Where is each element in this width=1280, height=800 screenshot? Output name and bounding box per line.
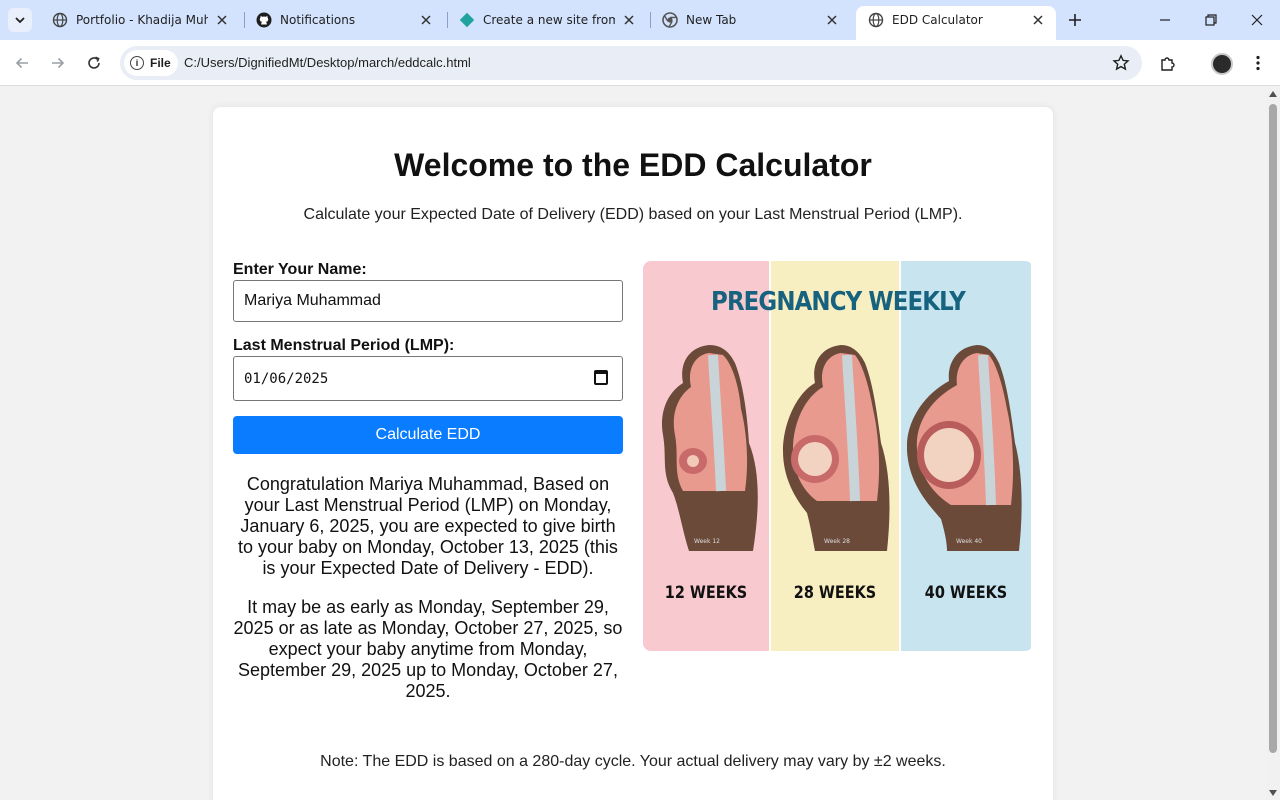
tab-title: Portfolio - Khadija Muhammad [76, 13, 208, 27]
restore-button[interactable] [1188, 0, 1234, 40]
panel-12-weeks: Week 12 12 WEEKS [643, 261, 771, 651]
chevron-down-icon [15, 17, 25, 24]
tab-netlify[interactable]: Create a new site from git [447, 6, 647, 34]
restore-icon [1205, 14, 1217, 26]
lmp-date-value: 01/06/2025 [244, 370, 329, 387]
calculate-edd-button[interactable]: Calculate EDD [233, 416, 623, 454]
minimize-icon [1160, 19, 1170, 21]
week-caption: Week 40 [956, 538, 982, 545]
tab-strip: Portfolio - Khadija Muhammad Notificatio… [0, 0, 1280, 40]
minimize-button[interactable] [1142, 0, 1188, 40]
close-icon[interactable] [824, 12, 840, 28]
tab-title: EDD Calculator [892, 13, 983, 27]
profile-avatar[interactable] [1211, 53, 1233, 75]
week-caption: Week 12 [694, 538, 720, 545]
close-icon[interactable] [418, 12, 434, 28]
scheme-label: File [150, 56, 171, 70]
tab-notifications[interactable]: Notifications [244, 6, 444, 34]
lmp-label: Last Menstrual Period (LMP): [233, 337, 455, 354]
tab-edd-calculator[interactable]: EDD Calculator [856, 6, 1056, 40]
tab-title: Notifications [280, 13, 356, 27]
fetus-28-weeks-illustration: Week 28 [783, 345, 890, 551]
tab-search-button[interactable] [8, 8, 32, 32]
close-window-button[interactable] [1234, 0, 1280, 40]
page-title: Welcome to the EDD Calculator [394, 147, 872, 183]
new-tab-button[interactable] [1064, 9, 1086, 31]
vertical-scrollbar[interactable] [1266, 87, 1280, 800]
close-icon [1251, 14, 1263, 26]
close-icon[interactable] [214, 12, 230, 28]
edd-form: Enter Your Name: Last Menstrual Period (… [233, 261, 623, 702]
week-label-28: 28 WEEKS [793, 583, 877, 603]
bookmark-star-icon[interactable] [1112, 54, 1130, 72]
globe-icon [868, 12, 884, 28]
scroll-down-arrow-icon[interactable] [1269, 790, 1277, 796]
puzzle-icon [1161, 57, 1175, 71]
kebab-menu-icon [1256, 55, 1260, 71]
address-bar[interactable]: i File C:/Users/DignifiedMt/Desktop/marc… [120, 46, 1142, 80]
fetus-12-weeks-illustration: Week 12 [661, 345, 758, 551]
url-text[interactable]: C:/Users/DignifiedMt/Desktop/march/eddca… [184, 55, 471, 70]
forward-button[interactable] [46, 51, 70, 75]
close-icon[interactable] [1030, 12, 1046, 28]
week-caption: Week 28 [824, 538, 850, 545]
calendar-icon[interactable] [594, 370, 608, 385]
extensions-button[interactable] [1156, 51, 1180, 75]
page-subtitle: Calculate your Expected Date of Delivery… [303, 206, 963, 223]
edd-note: Note: The EDD is based on a 280-day cycl… [320, 753, 946, 770]
github-icon [256, 12, 272, 28]
panel-40-weeks: Week 40 40 WEEKS [901, 261, 1031, 651]
reload-icon [88, 56, 100, 69]
arrow-right-icon [52, 57, 65, 69]
back-button[interactable] [10, 51, 34, 75]
pregnancy-weekly-image: Week 12 12 WEEKS Week 28 28 WEEKS Week 4… [643, 261, 1033, 651]
tab-title: Create a new site from git [483, 13, 615, 27]
close-icon[interactable] [621, 12, 637, 28]
week-label-12: 12 WEEKS [664, 583, 748, 603]
name-input[interactable] [233, 280, 623, 322]
name-label: Enter Your Name: [233, 261, 367, 278]
tab-portfolio[interactable]: Portfolio - Khadija Muhammad [40, 6, 240, 34]
reload-button[interactable] [82, 51, 106, 75]
scroll-up-arrow-icon[interactable] [1269, 91, 1277, 97]
site-info-chip[interactable]: i File [124, 50, 178, 76]
week-label-40: 40 WEEKS [924, 583, 1008, 603]
lmp-date-input[interactable]: 01/06/2025 [233, 356, 623, 401]
calculator-card: Welcome to the EDD Calculator Calculate … [213, 107, 1053, 800]
page-viewport: Welcome to the EDD Calculator Calculate … [0, 87, 1266, 800]
browser-toolbar: i File C:/Users/DignifiedMt/Desktop/marc… [0, 40, 1280, 86]
globe-icon [52, 12, 68, 28]
plus-icon [1069, 14, 1081, 26]
tab-new-tab[interactable]: New Tab [650, 6, 850, 34]
fetus-40-weeks-illustration: Week 40 [907, 345, 1022, 551]
netlify-icon [459, 12, 475, 28]
chrome-icon [662, 12, 678, 28]
tab-title: New Tab [686, 13, 737, 27]
result-paragraph-range: It may be as early as Monday, September … [233, 597, 623, 701]
scroll-thumb[interactable] [1269, 104, 1277, 753]
figure-title: PREGNANCY WEEKLY [711, 287, 966, 317]
menu-button[interactable] [1246, 51, 1270, 75]
info-icon: i [130, 56, 144, 70]
result-paragraph-edd: Congratulation Mariya Muhammad, Based on… [238, 474, 618, 578]
panel-28-weeks: Week 28 28 WEEKS [771, 261, 901, 651]
arrow-left-icon [15, 57, 28, 69]
